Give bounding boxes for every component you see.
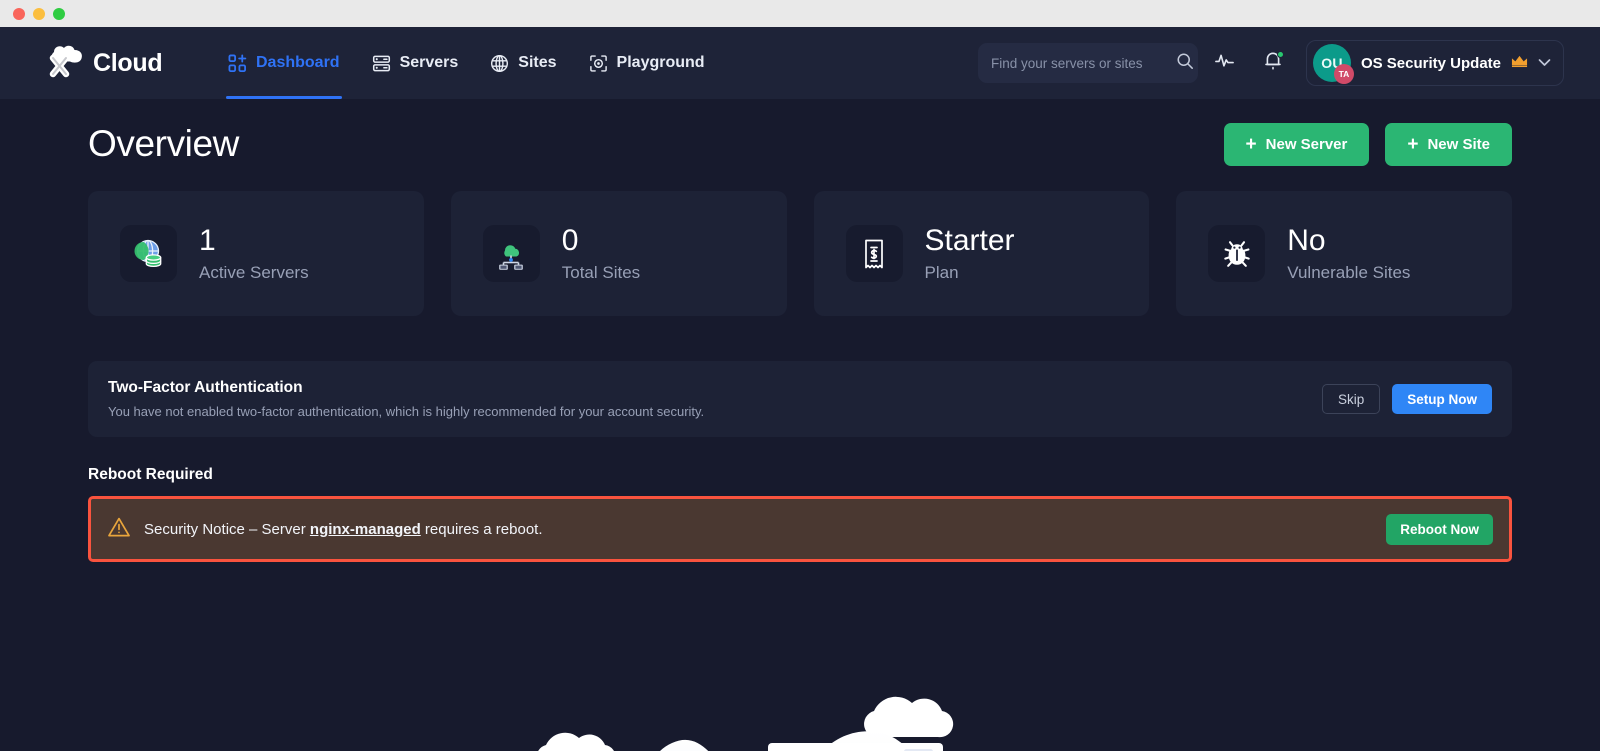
reboot-now-button[interactable]: Reboot Now: [1386, 513, 1493, 545]
setup-now-button[interactable]: Setup Now: [1392, 384, 1492, 414]
stat-label: Vulnerable Sites: [1287, 262, 1411, 282]
user-name: OS Security Update: [1360, 54, 1501, 72]
new-site-button[interactable]: + New Site: [1385, 122, 1512, 166]
stat-text-total-sites: 0 Total Sites: [562, 224, 640, 283]
stat-card-vulnerable-sites[interactable]: No Vulnerable Sites: [1176, 191, 1512, 316]
stat-text-active-servers: 1 Active Servers: [199, 224, 309, 283]
person-with-cards-clouds-illustration: [0, 687, 1600, 751]
two-factor-panel: Two-Factor Authentication You have not e…: [88, 361, 1512, 437]
chevron-down-icon: [1538, 56, 1551, 70]
cloud-x-logo-icon: [40, 44, 86, 83]
activity-pulse-icon: [1214, 50, 1235, 76]
content-container: Overview + New Server + New Site 1 Activ…: [0, 99, 1600, 562]
window-zoom-button[interactable]: [53, 7, 65, 20]
stat-label: Active Servers: [199, 262, 309, 282]
activity-pulse-icon-button[interactable]: [1204, 42, 1246, 84]
alert-message-prefix: Security Notice – Server: [144, 520, 310, 538]
two-factor-description: You have not enabled two-factor authenti…: [108, 404, 705, 419]
reboot-alert-message: Security Notice – Server nginx-managed r…: [144, 521, 543, 538]
illustration-card-back: [768, 743, 943, 751]
plus-icon: +: [1407, 133, 1419, 155]
nav-label-dashboard: Dashboard: [256, 54, 340, 71]
window-minimize-button[interactable]: [33, 7, 45, 20]
nav-label-sites: Sites: [518, 54, 557, 71]
notifications-button[interactable]: [1252, 42, 1294, 84]
stat-value: No: [1287, 224, 1326, 258]
playground-icon: [589, 54, 608, 73]
window-titlebar: [0, 0, 1600, 27]
search-box[interactable]: [977, 43, 1198, 83]
crown-icon: [1511, 54, 1528, 72]
stat-card-plan[interactable]: Starter Plan: [813, 191, 1150, 316]
nav-item-servers[interactable]: Servers: [356, 27, 475, 99]
stat-value: 1: [199, 224, 216, 258]
two-factor-text: Two-Factor Authentication You have not e…: [108, 379, 704, 419]
new-site-label: New Site: [1427, 135, 1490, 153]
app-window: Cloud Dashboard Servers Sites Playground…: [0, 0, 1600, 751]
stat-card-active-servers[interactable]: 1 Active Servers: [88, 191, 424, 316]
skip-button[interactable]: Skip: [1321, 384, 1381, 414]
server-rack-icon: [372, 54, 391, 73]
new-server-button[interactable]: + New Server: [1223, 122, 1370, 166]
reboot-section-title: Reboot Required: [88, 466, 213, 483]
top-navbar: Cloud Dashboard Servers Sites Playground…: [0, 27, 1600, 99]
stat-label: Plan: [924, 262, 959, 282]
nav-item-dashboard[interactable]: Dashboard: [212, 27, 356, 99]
nav-item-sites[interactable]: Sites: [474, 27, 572, 99]
nav-label-servers: Servers: [399, 54, 459, 71]
search-icon: [1176, 52, 1194, 75]
alert-server-name[interactable]: nginx-managed: [310, 521, 421, 538]
page-title: Overview: [88, 123, 239, 164]
stat-value: Starter: [924, 224, 1015, 258]
grid-plus-icon: [228, 54, 247, 73]
stats-row: 1 Active Servers 0 Total Sites Starter P…: [88, 191, 1512, 316]
stat-value: 0: [561, 224, 579, 258]
nav-item-playground[interactable]: Playground: [573, 27, 721, 99]
receipt-dollar-icon: [845, 225, 903, 282]
navbar-right-controls: OU TA OS Security Update: [977, 40, 1564, 86]
new-server-label: New Server: [1265, 135, 1348, 153]
globe-icon: [490, 54, 509, 73]
nav-items: Dashboard Servers Sites Playground: [212, 27, 721, 99]
notification-badge-dot: [1276, 51, 1284, 58]
plus-icon: +: [1245, 133, 1257, 155]
nav-label-playground: Playground: [616, 54, 705, 71]
two-factor-title: Two-Factor Authentication: [108, 379, 303, 396]
stat-text-vulnerable-sites: No Vulnerable Sites: [1287, 224, 1410, 283]
stat-text-plan: Starter Plan: [925, 224, 1015, 283]
page-body: Overview + New Server + New Site 1 Activ…: [0, 99, 1600, 751]
brand-name: Cloud: [93, 48, 163, 77]
brand-logo[interactable]: Cloud: [40, 44, 212, 83]
globe-database-icon: [120, 225, 177, 282]
bug-icon: [1208, 225, 1266, 282]
page-actions: + New Server + New Site: [1223, 122, 1512, 166]
window-close-button[interactable]: [13, 7, 25, 20]
reboot-alert: Security Notice – Server nginx-managed r…: [88, 496, 1512, 562]
two-factor-actions: Skip Setup Now: [1321, 384, 1492, 414]
alert-message-suffix: requires a reboot.: [420, 520, 543, 538]
page-header: Overview + New Server + New Site: [88, 99, 1512, 189]
user-menu[interactable]: OU TA OS Security Update: [1305, 40, 1564, 86]
avatar-team-badge: TA: [1333, 64, 1354, 84]
avatar: OU TA: [1312, 44, 1354, 84]
warning-triangle-icon: [107, 515, 131, 544]
search-input[interactable]: [990, 55, 1168, 71]
stat-label: Total Sites: [561, 262, 641, 282]
stat-card-total-sites[interactable]: 0 Total Sites: [450, 191, 787, 316]
cloud-network-icon: [482, 225, 540, 282]
